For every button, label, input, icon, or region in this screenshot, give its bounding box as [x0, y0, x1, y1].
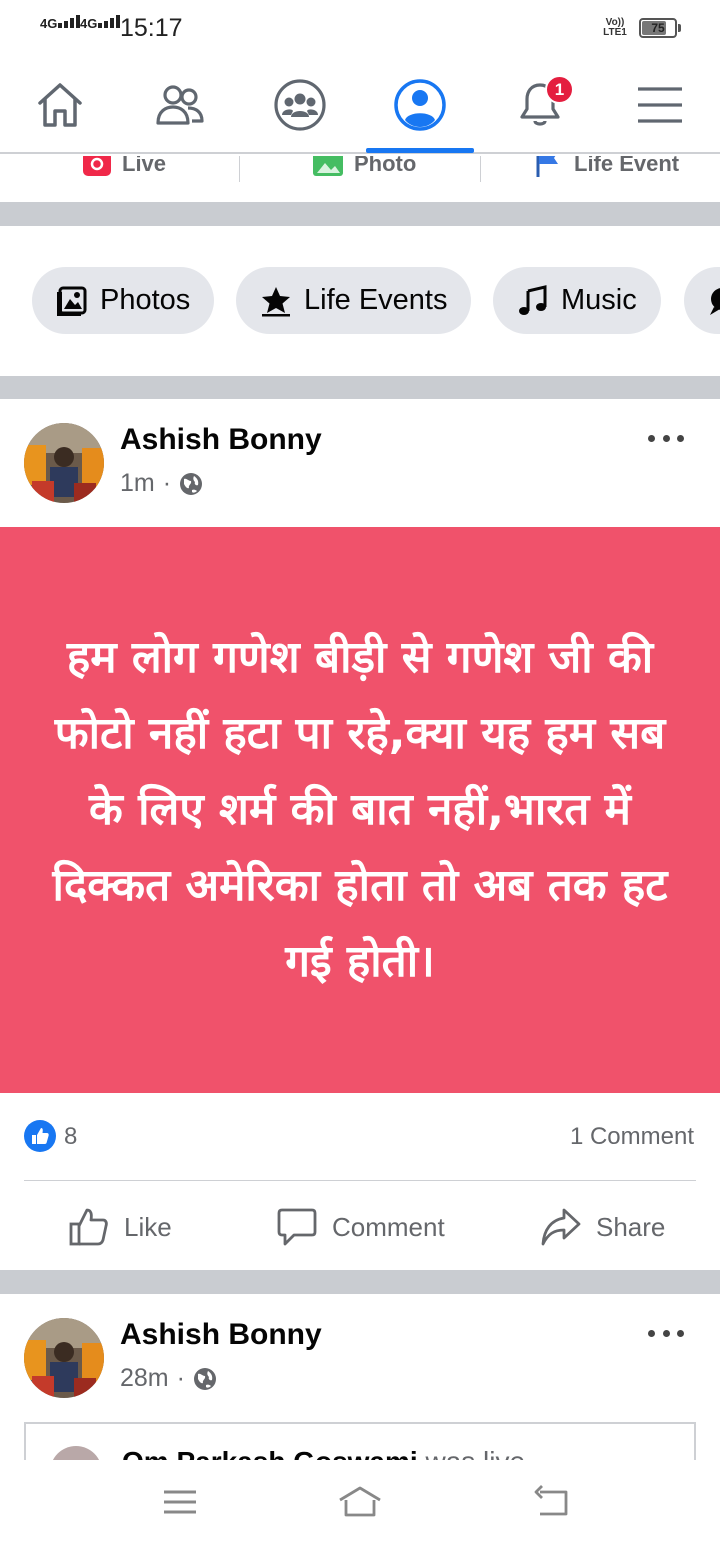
more-options-button[interactable] — [646, 426, 686, 450]
avatar-photo — [24, 1318, 104, 1398]
recents-menu-icon — [164, 1490, 196, 1514]
meta-dot: · — [162, 469, 172, 497]
photos-icon — [57, 286, 87, 316]
photo-icon — [313, 156, 343, 176]
chip-photos[interactable]: Photos — [32, 267, 215, 334]
post-time[interactable]: 1m — [120, 469, 155, 498]
divider — [239, 156, 240, 182]
composer-actions: Live Photo Life Event — [0, 156, 720, 202]
live-label: Live — [122, 156, 167, 176]
thumbs-up-icon — [69, 1208, 108, 1246]
section-separator — [0, 1270, 720, 1294]
comment-count[interactable]: 1 Comment — [570, 1123, 694, 1151]
chat-icon — [710, 287, 720, 315]
photo-label: Photo — [354, 156, 417, 176]
profile-icon — [394, 79, 446, 131]
music-note-icon — [519, 284, 547, 315]
live-video-icon — [83, 156, 111, 176]
top-navigation: 1 — [0, 58, 720, 154]
status-bar: 4G 4G 15:17 Vo)) LTE1 75 — [0, 0, 720, 56]
flag-icon — [536, 156, 558, 177]
avatar[interactable] — [24, 423, 104, 503]
back-arrow-icon — [534, 1485, 568, 1516]
section-separator — [0, 202, 720, 226]
more-options-button[interactable] — [646, 1321, 686, 1345]
meta-dot: · — [176, 1364, 185, 1392]
post-meta: 1m · — [120, 469, 203, 498]
nav-menu[interactable] — [605, 58, 715, 152]
chip-label: Photos — [100, 284, 191, 316]
like-label: Like — [124, 1211, 172, 1242]
like-count: 8 — [64, 1123, 78, 1150]
reactions-summary[interactable]: 8 1 Comment — [0, 1105, 720, 1169]
volte-indicator: Vo)) LTE1 — [603, 17, 627, 38]
chip-life-events[interactable]: Life Events — [236, 267, 472, 334]
share-label: Share — [596, 1211, 666, 1242]
photo-button[interactable]: Photo — [312, 156, 416, 182]
post-actions: Like Comment Share — [0, 1184, 720, 1270]
battery-nub — [678, 24, 681, 32]
live-button[interactable]: Live — [82, 156, 166, 182]
home-button[interactable] — [330, 1478, 390, 1526]
home-icon — [38, 83, 82, 127]
comment-label: Comment — [332, 1211, 445, 1242]
like-button[interactable]: Like — [68, 1184, 172, 1270]
chip-label: Life Events — [304, 284, 448, 316]
chip-more[interactable] — [684, 267, 720, 334]
system-navigation-bar — [0, 1460, 720, 1544]
life-event-label: Life Event — [574, 156, 680, 176]
battery-percentage: 75 — [651, 21, 665, 35]
globe-icon — [193, 1367, 216, 1390]
post-text-background: हम लोग गणेश बीड़ी से गणेश जी की फोटो नही… — [0, 527, 720, 1093]
back-button[interactable] — [520, 1478, 580, 1526]
section-separator — [0, 376, 720, 399]
friends-icon — [156, 85, 204, 125]
life-event-button[interactable]: Life Event — [534, 156, 679, 182]
post-header: Ashish Bonny 1m · — [0, 399, 720, 527]
clock: 15:17 — [120, 14, 183, 42]
share-button[interactable]: Share — [540, 1184, 665, 1270]
nav-friends[interactable] — [125, 58, 235, 152]
nav-profile[interactable] — [365, 58, 475, 152]
comment-button[interactable]: Comment — [276, 1184, 445, 1270]
post-header: Ashish Bonny 28m · — [0, 1294, 720, 1422]
nav-notifications[interactable] — [485, 58, 595, 152]
profile-shortcuts: Photos Life Events Music — [0, 226, 720, 376]
nav-home[interactable] — [5, 58, 115, 152]
globe-icon — [180, 472, 203, 495]
battery-icon: 75 — [639, 18, 677, 38]
like-reaction-icon — [24, 1120, 56, 1152]
post-meta: 28m · — [120, 1364, 217, 1393]
recent-apps-button[interactable] — [150, 1478, 210, 1526]
avatar-photo — [24, 423, 104, 503]
notification-badge: 1 — [545, 75, 574, 104]
post-time[interactable]: 28m — [120, 1364, 169, 1393]
comment-icon — [277, 1208, 317, 1246]
chip-music[interactable]: Music — [493, 267, 661, 334]
hamburger-menu-icon — [638, 87, 682, 123]
groups-icon — [274, 79, 326, 131]
divider — [24, 1180, 696, 1181]
share-arrow-icon — [541, 1208, 581, 1246]
post-author[interactable]: Ashish Bonny — [120, 1318, 322, 1352]
chip-label: Music — [561, 284, 637, 316]
nav-groups[interactable] — [245, 58, 355, 152]
post-author[interactable]: Ashish Bonny — [120, 423, 322, 457]
post-text: हम लोग गणेश बीड़ी से गणेश जी की फोटो नही… — [52, 632, 668, 987]
star-icon — [262, 286, 290, 316]
active-tab-indicator — [366, 148, 474, 153]
home-outline-icon — [339, 1486, 381, 1517]
avatar[interactable] — [24, 1318, 104, 1398]
divider — [480, 156, 481, 182]
